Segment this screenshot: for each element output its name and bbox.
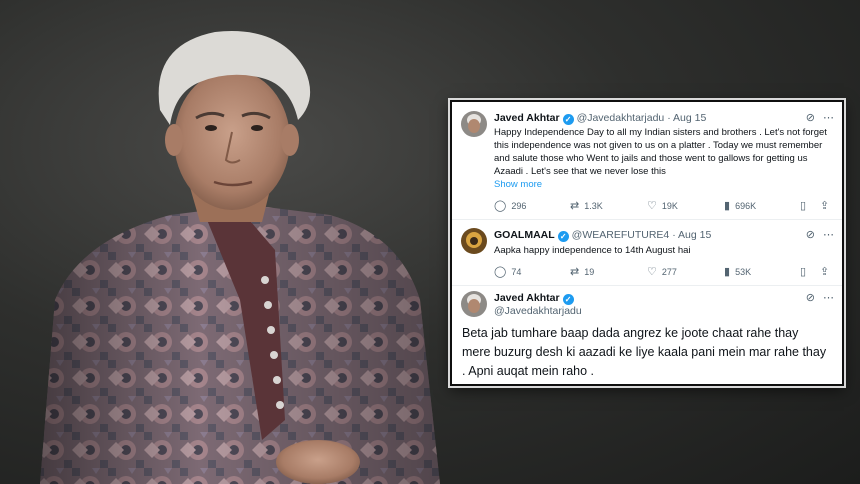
views-count: 53K [735, 267, 752, 277]
tweet-text: Beta jab tumhare baap dada angrez ke joo… [462, 326, 827, 378]
share-icon: ⇪ [820, 200, 830, 212]
reply-button[interactable]: ◯ 296 [494, 199, 526, 212]
like-icon: ♡ [647, 266, 657, 278]
repost-button[interactable]: ⇄ 19 [570, 265, 594, 278]
separator-dot: · [672, 229, 676, 241]
repost-count: 1.3K [584, 201, 603, 211]
tweet-text-content: Happy Independence Day to all my Indian … [494, 127, 827, 177]
reply-count: 296 [511, 201, 527, 211]
author-handle[interactable]: @Javedakhtarjadu [577, 112, 665, 124]
author-name[interactable]: Javed Akhtar [494, 292, 560, 304]
grok-icon[interactable]: ⊘ [806, 292, 815, 304]
reply-icon: ◯ [494, 200, 507, 212]
repost-icon: ⇄ [570, 266, 580, 278]
more-icon[interactable]: ⋯ [823, 292, 834, 304]
tweet-header: Javed Akhtar ✓ [494, 291, 836, 305]
avatar[interactable] [461, 228, 487, 254]
share-icon: ⇪ [820, 266, 830, 278]
avatar[interactable] [461, 291, 487, 317]
separator-dot: · [667, 112, 671, 124]
tweet-actions: ◯ 74 ⇄ 19 ♡ 277 ▮ 53K ▯ ⇪ [494, 265, 830, 279]
tweet-header: Javed Akhtar ✓ @Javedakhtarjadu · Aug 15 [494, 111, 836, 125]
views-icon: ▮ [724, 200, 731, 212]
reply-button[interactable]: ◯ 74 [494, 265, 521, 278]
repost-count: 19 [584, 267, 595, 277]
reply-count: 74 [511, 267, 522, 277]
views-button[interactable]: ▮ 53K [724, 265, 751, 278]
more-icon[interactable]: ⋯ [823, 112, 834, 124]
tweet-date[interactable]: Aug 15 [678, 229, 711, 241]
like-icon: ♡ [647, 200, 657, 212]
tweet-date[interactable]: Aug 15 [673, 112, 706, 124]
verified-badge-icon: ✓ [562, 114, 574, 125]
views-count: 696K [735, 201, 757, 211]
tweet-thread-card: Javed Akhtar ✓ @Javedakhtarjadu · Aug 15 ⊘… [450, 100, 844, 386]
tweet-header: GOALMAAL ✓ @WEAREFUTURE4 · Aug 15 [494, 228, 836, 242]
bookmark-button[interactable]: ▯ [800, 199, 811, 212]
tweet-original[interactable]: Javed Akhtar ✓ @Javedakhtarjadu · Aug 15 ⊘… [452, 102, 842, 220]
more-icon[interactable]: ⋯ [823, 229, 834, 241]
avatar[interactable] [461, 111, 487, 137]
tweet-text-content: Aapka happy independence to 14th August … [494, 245, 691, 256]
tweet-header-icons: ⊘ ⋯ [798, 111, 834, 124]
tweet-actions: ◯ 296 ⇄ 1.3K ♡ 19K ▮ 696K ▯ ⇪ [494, 199, 830, 213]
share-button[interactable]: ⇪ [820, 199, 834, 212]
share-button[interactable]: ⇪ [820, 265, 834, 278]
verified-badge-icon: ✓ [562, 294, 574, 305]
grok-icon[interactable]: ⊘ [806, 229, 815, 241]
views-button[interactable]: ▮ 696K [724, 199, 756, 212]
repost-button[interactable]: ⇄ 1.3K [570, 199, 603, 212]
tweet-reply[interactable]: GOALMAAL ✓ @WEAREFUTURE4 · Aug 15 ⊘ ⋯ Aapka… [452, 220, 842, 286]
author-name[interactable]: GOALMAAL [494, 229, 555, 241]
author-name[interactable]: Javed Akhtar [494, 112, 560, 124]
reply-icon: ◯ [494, 266, 507, 278]
bookmark-button[interactable]: ▯ [800, 265, 811, 278]
tweet-text: Happy Independence Day to all my Indian … [494, 126, 830, 191]
show-more-link[interactable]: Show more [494, 179, 542, 190]
author-handle[interactable]: @Javedakhtarjadu [494, 305, 582, 317]
bookmark-icon: ▯ [800, 266, 807, 278]
repost-icon: ⇄ [570, 200, 580, 212]
tweet-header-icons: ⊘ ⋯ [798, 228, 834, 241]
verified-badge-icon: ✓ [557, 231, 569, 242]
bookmark-icon: ▯ [800, 200, 807, 212]
views-icon: ▮ [724, 266, 731, 278]
like-count: 277 [661, 267, 677, 277]
tweet-focused-reply[interactable]: Javed Akhtar ✓ @Javedakhtarjadu ⊘ ⋯ Beta j… [452, 286, 842, 384]
author-handle[interactable]: @WEAREFUTURE4 [572, 229, 670, 241]
grok-icon[interactable]: ⊘ [806, 112, 815, 124]
like-count: 19K [661, 201, 678, 211]
like-button[interactable]: ♡ 19K [647, 199, 678, 212]
like-button[interactable]: ♡ 277 [647, 265, 677, 278]
tweet-text: Aapka happy independence to 14th August … [494, 244, 830, 257]
tweet-header-icons: ⊘ ⋯ [798, 291, 834, 304]
